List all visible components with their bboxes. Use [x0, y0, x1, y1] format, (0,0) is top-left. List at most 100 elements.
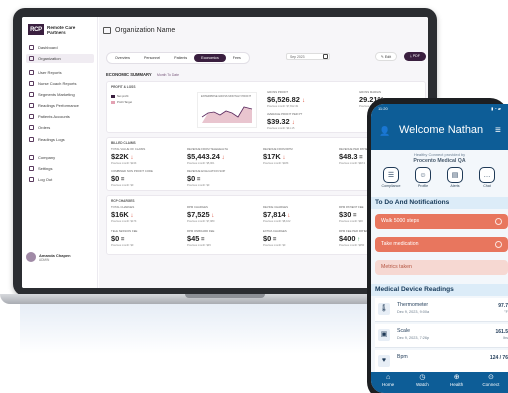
equals-icon: =	[357, 155, 363, 161]
kpi-value: $0 =	[111, 174, 173, 183]
sidebar-item-readings-performance[interactable]: Readings Performance	[26, 101, 94, 110]
sidebar-item-label: Segments Marketing	[38, 92, 75, 97]
building-icon	[103, 27, 111, 34]
sidebar-user[interactable]: Amanda Chapen ADMIN	[26, 249, 94, 265]
page-header: Organization Name	[103, 27, 175, 34]
reading-row[interactable]: ▣ Scale Dec 9, 2023, 7:26p 161.5 lbs	[375, 324, 508, 348]
nurse-icon	[29, 81, 34, 86]
kpi-value-text: $0	[187, 174, 196, 183]
sidebar-item-company[interactable]: Company	[26, 153, 94, 162]
kpi-label: RPM ONBOARD FEE	[187, 229, 215, 233]
sidebar-item-log-out[interactable]: Log Out	[26, 175, 94, 184]
kpi-card: RPM CHARGES $7,525 ↓ Previous month: $7,98…	[187, 205, 249, 223]
pdf-button-label: PDF	[412, 54, 420, 58]
segments-icon	[29, 92, 34, 97]
todo-item[interactable]: Metrics taken	[375, 260, 508, 275]
kpi-sub: Previous month: $8,102	[263, 220, 291, 223]
sidebar-item-label: Nurse Coach Reports	[38, 81, 77, 86]
todo-status-icon	[495, 218, 502, 225]
kpi-value: $17K ↓	[263, 152, 325, 161]
summary-period-link[interactable]: Month To Date	[157, 73, 179, 77]
sidebar-item-label: Patients Accounts	[38, 114, 70, 119]
menu-icon[interactable]: ≡	[495, 125, 501, 136]
sidebar-item-label: Readings Performance	[38, 103, 79, 108]
sidebar-item-label: Log Out	[38, 177, 53, 182]
watch-icon: ◷	[419, 374, 426, 381]
calendar-icon[interactable]	[323, 54, 328, 59]
user-icon[interactable]: 👤	[379, 126, 390, 137]
kpi-card: RPM ONBOARD FEE $45 = Previous month: $45	[187, 229, 249, 247]
quick-action-label: Alerts	[450, 184, 460, 188]
equals-icon: =	[351, 213, 357, 219]
kpi-sub: Previous month: $7,980	[187, 220, 215, 223]
sidebar-item-patients-accounts[interactable]: Patients Accounts	[26, 112, 94, 121]
kpi-sub: Previous month: $18K	[263, 162, 289, 165]
todo-item[interactable]: Take medication	[375, 237, 508, 252]
readings-section-title: Medical Device Readings	[371, 284, 508, 296]
reading-name: Bpm	[397, 354, 408, 360]
reading-row[interactable]: ♥ Bpm 124 / 76	[375, 350, 508, 374]
sidebar-item-label: Orders	[38, 125, 51, 130]
gear-icon	[29, 166, 34, 171]
quick-action-alerts[interactable]: ▤ Alerts	[445, 167, 465, 188]
kpi-sub: Previous month: $0	[111, 184, 134, 187]
nav-connect[interactable]: ⊙ Connect	[476, 374, 506, 393]
sidebar-item-settings[interactable]: Settings	[26, 164, 94, 173]
sidebar-item-readings-logs[interactable]: Readings Logs	[26, 135, 94, 144]
legend-label: Net profit	[117, 94, 129, 98]
reading-name: Thermometer	[397, 302, 429, 308]
app-logo[interactable]: RCP Remote Care Partners	[28, 24, 75, 35]
kpi-value: $5,443.24 ↓	[187, 152, 249, 161]
nav-label: Watch	[415, 382, 429, 387]
marketing-composite: RCP Remote Care Partners Dashboard Organi…	[0, 0, 508, 393]
kpi-value: $0 =	[111, 234, 173, 243]
arrow-down-icon: ↓	[280, 155, 286, 161]
page-title: Organization Name	[115, 27, 176, 34]
legend-item: Profit Target	[111, 100, 132, 104]
section-title: RCP CHARGES	[111, 199, 135, 203]
quick-action-compliance[interactable]: ☰ Compliance	[381, 167, 401, 188]
kpi-avg-profit: AVERAGE PROFIT PER PT $39.32 ↓ Previous …	[267, 112, 329, 130]
todo-label: Walk 5000 steps	[381, 218, 420, 224]
quick-action-profile[interactable]: ☺ Profile	[413, 167, 433, 188]
arrow-down-icon: ↓	[219, 155, 225, 161]
nav-health[interactable]: ⊕ Health	[442, 374, 472, 393]
tab-personnel[interactable]: Personnel	[137, 54, 167, 62]
sidebar-item-orders[interactable]: Orders	[26, 123, 94, 132]
tab-economics[interactable]: Economics	[194, 54, 226, 62]
nav-watch[interactable]: ◷ Watch	[407, 374, 437, 393]
equals-icon: =	[119, 237, 125, 243]
edit-button[interactable]: ✎ Edit	[375, 52, 397, 61]
todo-label: Metrics taken	[381, 264, 412, 270]
section-title: BILLED CLAIMS	[111, 141, 136, 145]
sidebar-item-organization[interactable]: Organization	[26, 54, 94, 63]
reading-unit: °F	[504, 310, 508, 314]
reading-value: 124 / 76	[489, 355, 508, 361]
sidebar-item-user-reports[interactable]: User Reports	[26, 68, 94, 77]
summary-title: ECONOMIC SUMMARY	[106, 72, 152, 77]
kpi-sub: Previous month: $5,901	[187, 162, 215, 165]
todo-item[interactable]: Walk 5000 steps	[375, 214, 508, 229]
reading-row[interactable]: 🌡 Thermometer Dec 9, 2023, 9:00a 97.7 °F	[375, 298, 508, 322]
mini-chart-title: Enterprise Gross Monthly Profit	[201, 95, 252, 98]
kpi-sub: Previous month: $0	[111, 244, 134, 247]
tab-overview[interactable]: Overview	[108, 54, 137, 62]
bpm-icon: ♥	[378, 355, 390, 367]
tab-patients[interactable]: Patients	[167, 54, 194, 62]
sidebar-item-segments-marketing[interactable]: Segments Marketing	[26, 90, 94, 99]
sidebar-item-nurse-coach-reports[interactable]: Nurse Coach Reports	[26, 79, 94, 88]
kpi-value-text: $17K	[263, 152, 281, 161]
quick-action-label: Profile	[417, 184, 429, 188]
user-role: ADMIN	[39, 257, 50, 262]
tab-fees[interactable]: Fees	[226, 54, 248, 62]
sidebar-item-dashboard[interactable]: Dashboard	[26, 43, 94, 52]
kpi-value: $22K ↓	[111, 152, 173, 161]
sidebar-item-label: Company	[38, 155, 56, 160]
pdf-button[interactable]: ⤓ PDF	[404, 52, 426, 61]
arrow-down-icon: ↓	[128, 155, 134, 161]
nav-home[interactable]: ⌂ Home	[373, 374, 403, 393]
legend-item: Net profit	[111, 94, 132, 98]
logo-line-2: Partners	[47, 29, 66, 35]
quick-action-chat[interactable]: … Chat	[477, 167, 497, 188]
kpi-value-text: $7,525	[187, 210, 210, 219]
